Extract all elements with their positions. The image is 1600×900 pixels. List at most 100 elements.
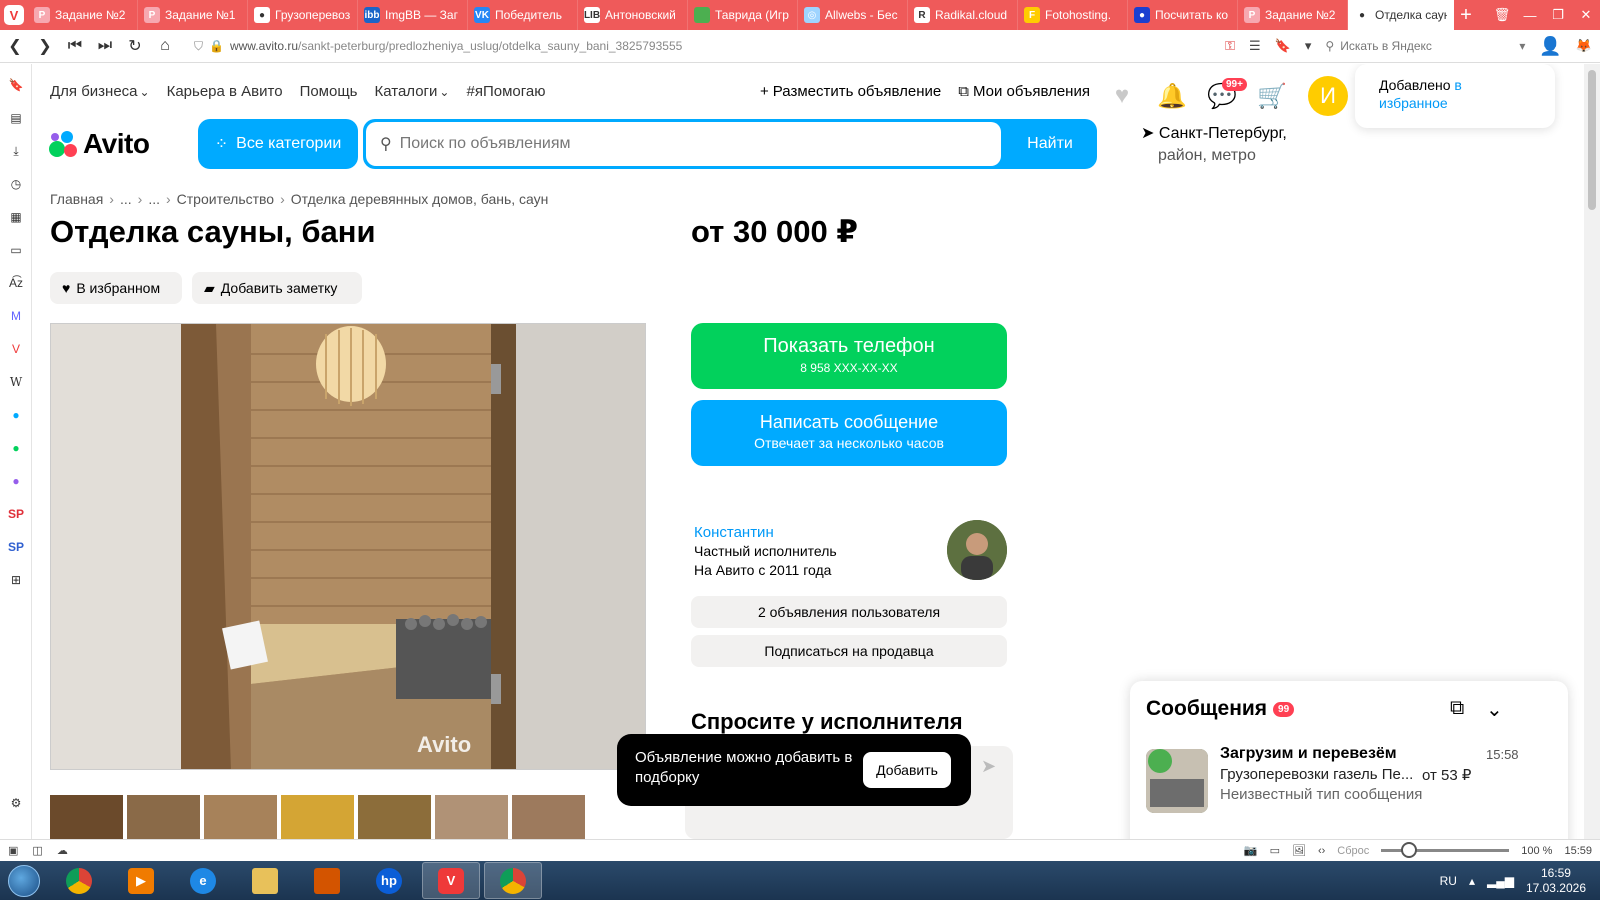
notifications-bell-icon[interactable]: 🔔: [1157, 82, 1187, 110]
my-ads-link[interactable]: ⧉ Мои объявления: [958, 83, 1090, 100]
browser-tab[interactable]: P Задание №2: [1238, 0, 1348, 30]
browser-tab[interactable]: P Задание №2: [28, 0, 138, 30]
in-favorites-button[interactable]: ♥ В избранном: [50, 272, 182, 304]
tile-tabs-icon[interactable]: ◫: [32, 844, 42, 857]
history-icon[interactable]: ◷: [7, 175, 25, 193]
chevron-down-icon[interactable]: ▾: [1519, 39, 1525, 53]
url-field[interactable]: ⛉ 🔒 www.avito.ru/sankt-peterburg/predloz…: [194, 39, 1225, 54]
sp-panel-icon[interactable]: SP: [7, 538, 25, 556]
browser-tab[interactable]: ● Грузоперевоз: [248, 0, 358, 30]
start-button[interactable]: [0, 861, 48, 900]
trash-icon[interactable]: 🗑: [1488, 0, 1516, 30]
nav-help[interactable]: Помощь: [300, 83, 358, 100]
code-icon[interactable]: ‹›: [1318, 845, 1325, 857]
scrollbar-thumb[interactable]: [1588, 70, 1596, 210]
location-selector[interactable]: ➤ Санкт-Петербург, район, метро: [1141, 123, 1287, 167]
fast-forward-button[interactable]: ⏭: [90, 30, 120, 63]
zoom-slider[interactable]: [1381, 842, 1510, 858]
yandex-search-field[interactable]: ⚲ Искать в Яндекс ▾: [1325, 39, 1525, 53]
messages-icon[interactable]: 💬 99+: [1207, 78, 1247, 110]
key-icon[interactable]: ⚿: [1225, 38, 1235, 54]
nav-career[interactable]: Карьера в Авито: [167, 83, 283, 100]
thumbnail[interactable]: [358, 795, 431, 839]
downloads-icon[interactable]: ⤓: [7, 142, 25, 160]
add-panel-icon[interactable]: ⊞: [7, 571, 25, 589]
main-photo[interactable]: Avito: [50, 323, 646, 770]
browser-tab[interactable]: P Задание №1: [138, 0, 248, 30]
internet-explorer-taskbar-icon[interactable]: e: [174, 862, 232, 899]
thumbnail[interactable]: [435, 795, 508, 839]
media-player-taskbar-icon[interactable]: ▶: [112, 862, 170, 899]
window-icon[interactable]: ▭: [1270, 844, 1280, 857]
breadcrumb-category[interactable]: Отделка деревянных домов, бань, саун: [291, 191, 549, 207]
chrome-taskbar-icon[interactable]: [50, 862, 108, 899]
send-arrow-icon[interactable]: ➤: [981, 756, 996, 777]
seller-ads-button[interactable]: 2 объявления пользователя: [691, 596, 1007, 628]
restore-button[interactable]: ❐: [1544, 0, 1572, 30]
browser-tab[interactable]: LIB Антоновский: [578, 0, 688, 30]
avito-panel-icon[interactable]: ●: [7, 472, 25, 490]
home-button[interactable]: ⌂: [150, 30, 180, 63]
rewind-button[interactable]: ⏮: [60, 30, 90, 63]
page-scrollbar[interactable]: [1584, 64, 1600, 839]
thumbnail[interactable]: [512, 795, 585, 839]
forward-button[interactable]: ❯: [30, 30, 60, 63]
bookmarks-panel-icon[interactable]: 🔖: [7, 76, 25, 94]
panel-toggle-icon[interactable]: ▣: [8, 844, 18, 857]
new-tab-button[interactable]: +: [1454, 0, 1478, 30]
zoom-reset-label[interactable]: Сброс: [1337, 845, 1369, 857]
reload-button[interactable]: ↻: [120, 30, 150, 63]
nav-catalogs[interactable]: Каталоги: [375, 83, 450, 100]
chevron-down-icon[interactable]: ▾: [1305, 38, 1312, 54]
wikipedia-icon[interactable]: W: [7, 373, 25, 391]
vivaldi-icon[interactable]: V: [7, 340, 25, 358]
bookmark-icon[interactable]: 🔖: [1275, 38, 1291, 54]
image-icon[interactable]: 🖼: [1292, 844, 1306, 857]
notes-icon[interactable]: ▦: [7, 208, 25, 226]
reading-list-icon[interactable]: ▤: [7, 109, 25, 127]
chrome-taskbar-icon[interactable]: [484, 862, 542, 899]
reader-icon[interactable]: ☰: [1249, 38, 1261, 54]
browser-tab[interactable]: ● Посчитать ко: [1128, 0, 1238, 30]
toast-add-button[interactable]: Добавить: [863, 752, 951, 788]
write-message-button[interactable]: Написать сообщение Отвечает за несколько…: [691, 400, 1007, 466]
breadcrumb-ellipsis[interactable]: ...: [120, 191, 132, 207]
favorites-heart-icon[interactable]: ♥: [1108, 82, 1136, 110]
avito-panel-icon[interactable]: ●: [7, 439, 25, 457]
browser-tab[interactable]: Таврида (Игр: [688, 0, 798, 30]
nav-ihelp[interactable]: #яПомогаю: [466, 83, 545, 100]
breadcrumb-construction[interactable]: Строительство: [177, 191, 274, 207]
window-panel-icon[interactable]: ▭: [7, 241, 25, 259]
vivaldi-menu-icon[interactable]: V: [0, 0, 28, 30]
language-indicator[interactable]: RU: [1440, 874, 1457, 888]
breadcrumb-ellipsis[interactable]: ...: [148, 191, 160, 207]
open-external-icon[interactable]: ⧉: [1450, 697, 1464, 720]
tray-arrow-icon[interactable]: ▴: [1469, 874, 1475, 888]
add-note-button[interactable]: ▰ Добавить заметку: [192, 272, 362, 304]
thumbnail[interactable]: [204, 795, 277, 839]
close-window-button[interactable]: ✕: [1572, 0, 1600, 30]
thumbnail[interactable]: [127, 795, 200, 839]
search-button[interactable]: Найти: [1003, 119, 1097, 169]
seller-avatar[interactable]: [947, 520, 1007, 580]
network-icon[interactable]: ▂▄▆: [1487, 874, 1514, 888]
minimize-button[interactable]: —: [1516, 0, 1544, 30]
nav-for-business[interactable]: Для бизнеса: [50, 83, 150, 100]
profile-icon[interactable]: 👤: [1539, 36, 1561, 57]
subscribe-seller-button[interactable]: Подписаться на продавца: [691, 635, 1007, 667]
chat-title[interactable]: Загрузим и перевезём: [1220, 745, 1397, 763]
extension-icon[interactable]: 🦊: [1576, 38, 1592, 54]
search-input[interactable]: [399, 135, 980, 153]
system-clock[interactable]: 16:59 17.03.2026: [1526, 866, 1586, 896]
camera-icon[interactable]: 📷: [1244, 844, 1258, 857]
settings-gear-icon[interactable]: ⚙: [7, 794, 25, 812]
seller-name[interactable]: Константин: [694, 523, 837, 542]
avito-logo[interactable]: Avito: [49, 128, 150, 160]
show-phone-button[interactable]: Показать телефон 8 958 XXX-XX-XX: [691, 323, 1007, 389]
post-ad-link[interactable]: + Разместить объявление: [760, 83, 941, 100]
browser-tab[interactable]: ◎ Allwebs - Бес: [798, 0, 908, 30]
browser-tab[interactable]: ● Отделка сауна: [1348, 0, 1454, 30]
browser-tab[interactable]: F Fotohosting.: [1018, 0, 1128, 30]
breadcrumb-home[interactable]: Главная: [50, 191, 103, 207]
cart-icon[interactable]: 🛒: [1257, 82, 1287, 110]
